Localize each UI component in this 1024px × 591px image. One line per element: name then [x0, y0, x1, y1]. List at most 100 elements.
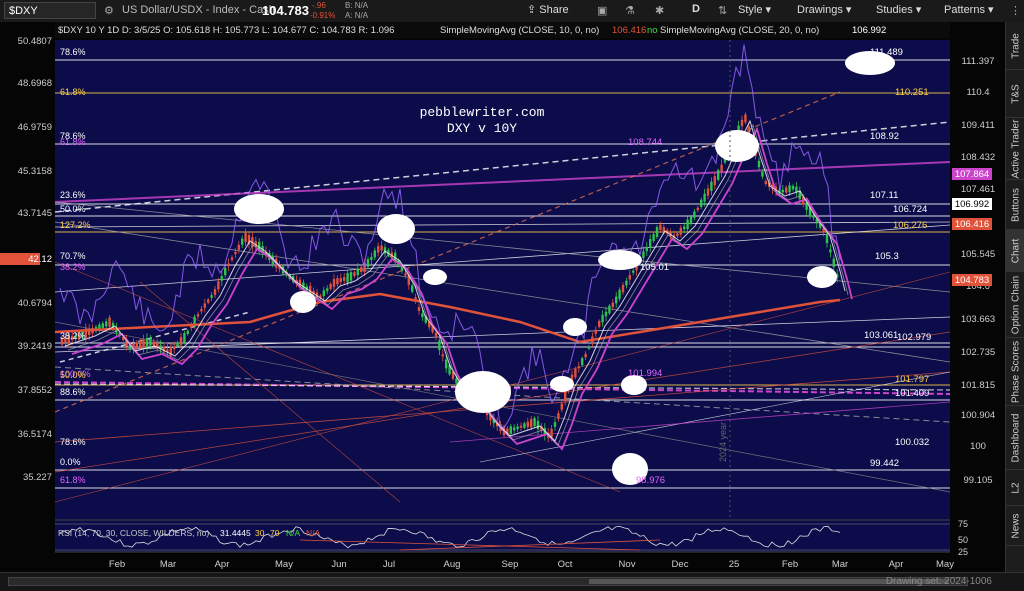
net-change-pct: -0.91%	[310, 11, 336, 20]
candle-body	[659, 224, 662, 231]
candle-body	[655, 227, 659, 237]
candle-body	[615, 296, 618, 304]
highlight-ellipse	[807, 266, 837, 288]
level-label: 101.994	[628, 368, 662, 379]
ohlc-legend: $DXY 10 Y 1D D: 3/5/25 O: 105.618 H: 105…	[58, 25, 394, 36]
time-scrollbar[interactable]	[8, 577, 968, 586]
compare-icon[interactable]: ⇅	[718, 4, 727, 17]
tab-dashboard[interactable]: Dashboard	[1006, 406, 1024, 470]
candle-body	[220, 276, 223, 281]
month-label: May	[936, 559, 954, 570]
tab-label: Buttons	[1010, 187, 1021, 222]
candle-body	[717, 170, 720, 180]
fib-pct-label: 0.0%	[60, 457, 81, 467]
more-icon[interactable]: ⋮	[1010, 4, 1021, 17]
left-axis-tick: 46.9759	[18, 122, 52, 133]
tab-phase-scores[interactable]: Phase Scores	[1006, 338, 1024, 406]
right-axis-tick: 111.397	[962, 56, 995, 67]
candle-body	[577, 366, 580, 369]
candle-body	[186, 330, 189, 335]
candle-body	[761, 171, 764, 177]
drawings-button[interactable]: Drawings ▾	[797, 3, 851, 16]
candle-body	[329, 283, 332, 289]
fib-pct-label: 38.2%	[60, 331, 86, 341]
candle-body	[581, 358, 584, 366]
symbol-input[interactable]: $DXY	[4, 2, 96, 19]
left-axis-tick: 50.4807	[18, 36, 52, 47]
tab-label: Phase Scores	[1010, 340, 1021, 403]
price-tag-label: 104.783	[955, 275, 989, 286]
candle-body	[628, 275, 631, 280]
settings-icon[interactable]: ✱	[655, 4, 664, 17]
fib-pct-label: 23.6%	[60, 190, 86, 200]
level-label: 100.032	[895, 437, 929, 448]
print-icon[interactable]: ▣	[597, 4, 607, 17]
candle-body	[689, 216, 693, 224]
tab-t-s[interactable]: T&S	[1006, 70, 1024, 118]
candle-body	[377, 246, 380, 253]
studies-button[interactable]: Studies ▾	[876, 3, 921, 16]
fib-pct-label: 70.7%	[60, 251, 86, 261]
candle-body	[135, 342, 138, 349]
candle-body	[101, 323, 104, 328]
candle-body	[795, 186, 798, 192]
level-label: 102.979	[897, 332, 931, 343]
right-axis-tick: 110.4	[966, 87, 989, 98]
candle-body	[676, 233, 679, 236]
flask-icon[interactable]: ⚗	[625, 4, 635, 17]
month-label: Nov	[619, 559, 636, 570]
highlight-ellipse	[234, 194, 284, 224]
candle-body	[217, 281, 220, 290]
tab-trade[interactable]: Trade	[1006, 22, 1024, 70]
period-button[interactable]: D	[692, 3, 700, 15]
candle-body	[533, 418, 536, 427]
left-axis-tick: 35.227	[23, 472, 52, 483]
tab-l2[interactable]: L2	[1006, 470, 1024, 506]
candle-body	[105, 321, 108, 327]
candle-body	[713, 176, 716, 186]
candle-body	[574, 368, 577, 378]
candle-body	[598, 320, 601, 327]
sma10-legend: SimpleMovingAvg (CLOSE, 10, 0, no)	[440, 25, 599, 36]
month-label: 25	[729, 559, 740, 570]
candle-body	[421, 313, 424, 318]
style-button[interactable]: Style ▾	[738, 3, 771, 16]
month-label: Apr	[215, 559, 230, 570]
tab-buttons[interactable]: Buttons	[1006, 180, 1024, 230]
candle-body	[142, 339, 145, 348]
level-label: 108.92	[870, 131, 899, 142]
candle-body	[336, 278, 339, 285]
gear-icon[interactable]: ⚙	[104, 4, 114, 17]
candle-body	[618, 289, 621, 299]
candle-body	[108, 317, 111, 327]
tab-active-trader[interactable]: Active Trader	[1006, 118, 1024, 180]
candle-body	[343, 277, 346, 281]
left-axis-tick: 40.6794	[18, 298, 52, 309]
fib-pct-label: 50.0%	[60, 204, 86, 214]
tab-news[interactable]: News	[1006, 506, 1024, 546]
tab-option-chain[interactable]: Option Chain	[1006, 272, 1024, 338]
candle-body	[210, 295, 213, 298]
candle-body	[611, 302, 614, 308]
month-label: Dec	[672, 559, 689, 570]
candle-body	[434, 332, 438, 338]
month-label: Sep	[502, 559, 519, 570]
candle-body	[764, 181, 767, 185]
candle-body	[632, 270, 635, 273]
share-button[interactable]: ⇪ Share	[527, 3, 569, 16]
fib-pct-label: 50.0%	[60, 370, 86, 380]
tab-chart[interactable]: Chart	[1006, 230, 1024, 272]
candle-body	[145, 338, 149, 348]
price-tag-label: 107.864	[955, 169, 989, 180]
side-panel-tabs: Trade T&S Active Trader Buttons Chart Option …	[1005, 22, 1024, 572]
level-label: 110.251	[895, 87, 929, 98]
price-chart[interactable]: 78.6% 61.8% 78.6% 61.8% 23.6% 50.0% 127.2% 70.7…	[0, 22, 1005, 572]
sma20-legend: SimpleMovingAvg (CLOSE, 20, 0, no)	[660, 25, 819, 36]
candle-body	[523, 423, 526, 428]
highlight-ellipse	[563, 318, 587, 336]
tab-label: Trade	[1010, 32, 1021, 59]
candle-body	[706, 188, 710, 196]
candle-body	[584, 353, 587, 358]
level-label: 101.797	[895, 374, 929, 385]
patterns-button[interactable]: Patterns ▾	[944, 3, 994, 16]
